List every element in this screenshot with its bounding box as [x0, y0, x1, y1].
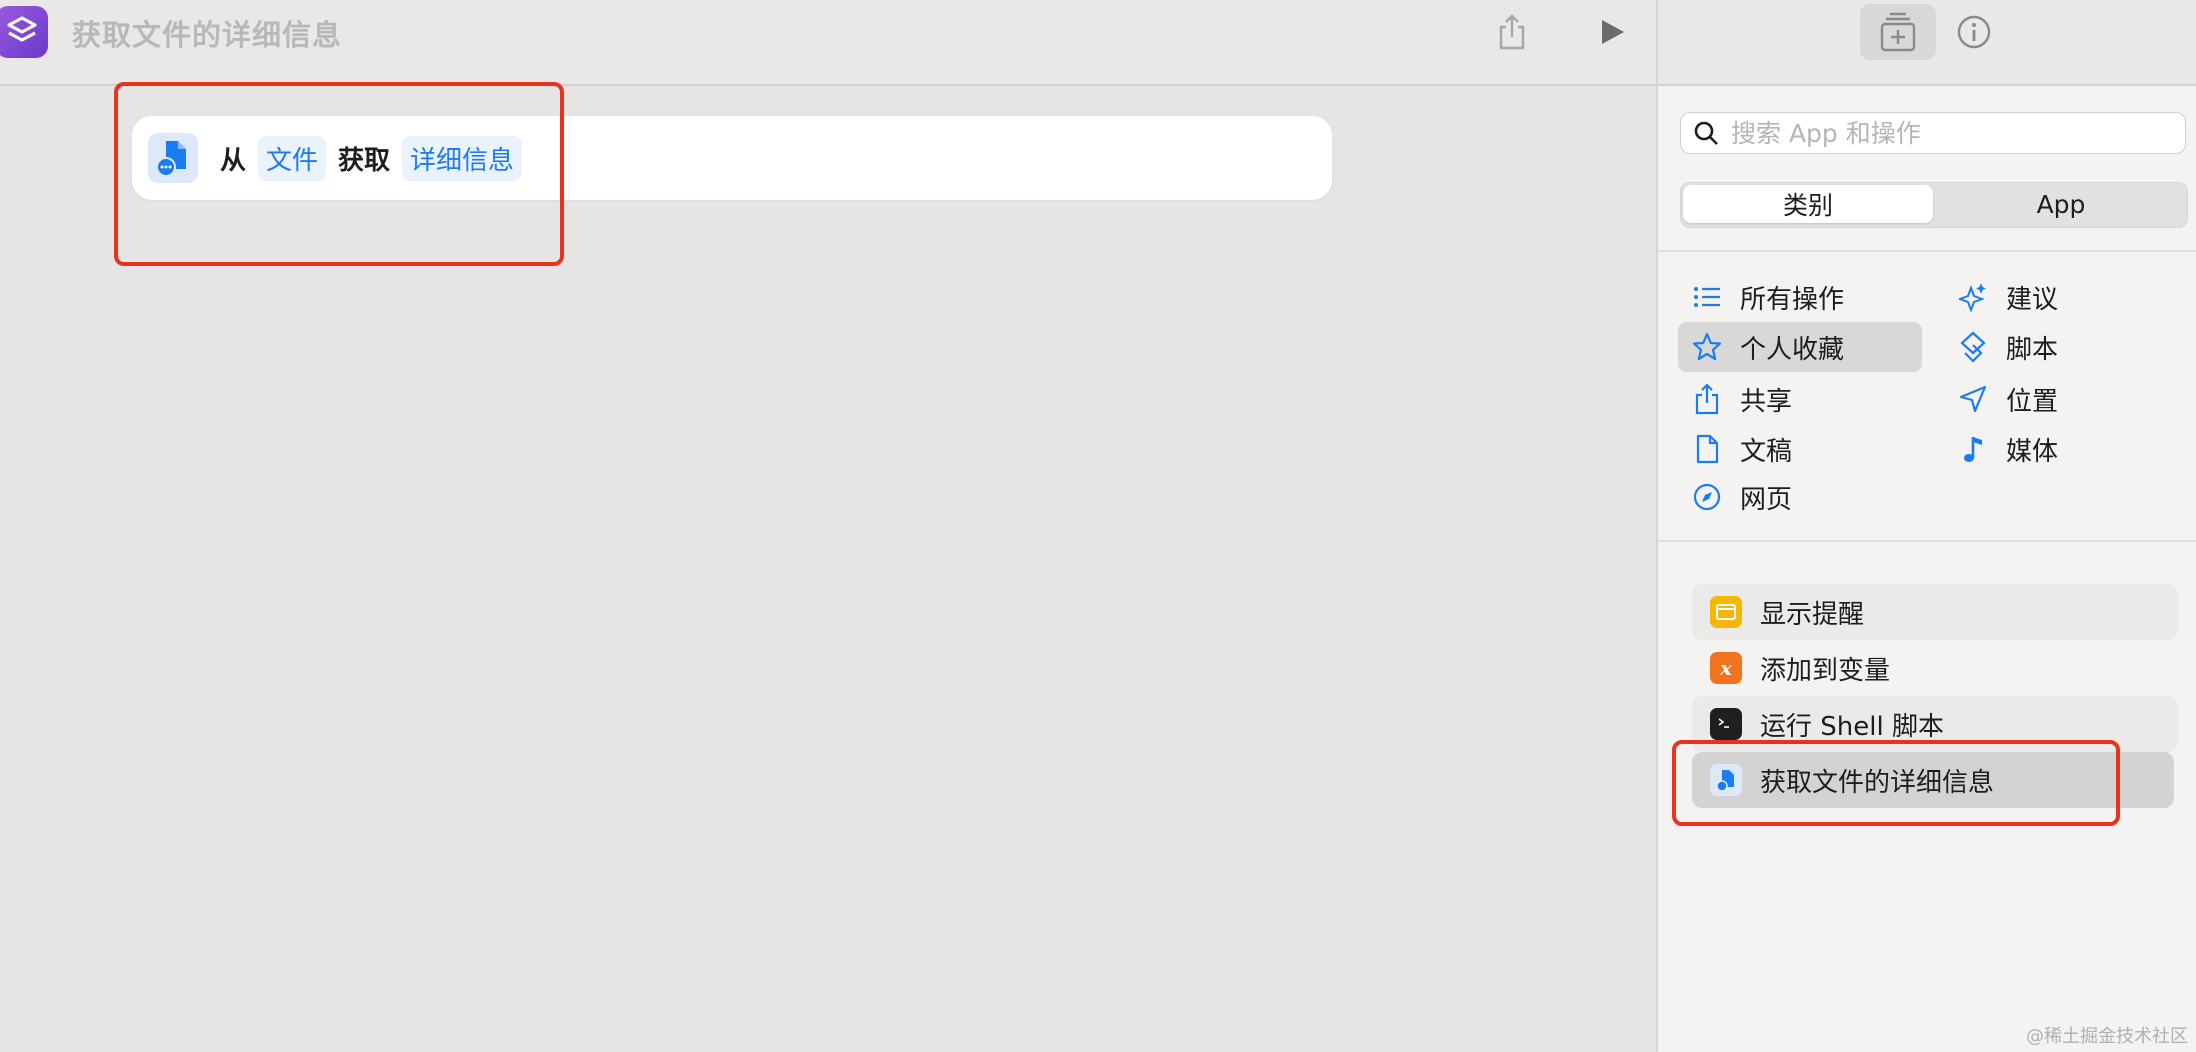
list-icon [1690, 280, 1724, 314]
search-icon [1691, 118, 1721, 148]
info-button[interactable] [1954, 12, 1994, 52]
action-show-alert[interactable]: 显示提醒 [1692, 584, 2178, 640]
compass-icon [1690, 480, 1724, 514]
play-icon [1602, 20, 1624, 44]
action-library-button[interactable] [1860, 4, 1936, 60]
library-segmented-control: 类别 App [1680, 182, 2188, 228]
highlight-annotation-action [114, 82, 564, 266]
category-scripting[interactable]: 脚本 [1944, 322, 2174, 372]
search-input[interactable] [1729, 117, 2173, 149]
script-icon [1956, 330, 1990, 364]
action-add-to-variable[interactable]: x 添加到变量 [1692, 640, 2178, 696]
terminal-icon [1710, 708, 1742, 740]
share-icon [1690, 382, 1724, 416]
category-label: 所有操作 [1740, 284, 1845, 315]
action-label: 添加到变量 [1760, 655, 1891, 686]
music-note-icon [1956, 432, 1990, 466]
workflow-editor: 获取文件的详细信息 从 文件 获取 详细信息 [0, 0, 1656, 1052]
category-media[interactable]: 媒体 [1944, 424, 2174, 474]
search-field[interactable] [1680, 112, 2186, 154]
category-label: 脚本 [2006, 334, 2059, 365]
shortcut-title[interactable]: 获取文件的详细信息 [72, 12, 342, 54]
category-sharing[interactable]: 共享 [1678, 374, 1922, 424]
share-button[interactable] [1488, 8, 1536, 56]
category-label: 个人收藏 [1740, 334, 1845, 365]
sparkles-icon [1956, 280, 1990, 314]
location-arrow-icon [1956, 382, 1990, 416]
alert-window-icon [1710, 596, 1742, 628]
category-label: 位置 [2006, 386, 2059, 417]
segment-category[interactable]: 类别 [1683, 185, 1933, 223]
document-icon [1690, 432, 1724, 466]
highlight-annotation-library-item [1672, 740, 2120, 826]
action-label: 运行 Shell 脚本 [1760, 711, 1944, 742]
segment-app[interactable]: App [1937, 185, 2185, 223]
category-location[interactable]: 位置 [1944, 374, 2174, 424]
category-all-actions[interactable]: 所有操作 [1678, 272, 1922, 322]
category-favorites[interactable]: 个人收藏 [1678, 322, 1922, 372]
variable-x-icon: x [1710, 652, 1742, 684]
category-label: 共享 [1740, 386, 1793, 417]
category-suggestions[interactable]: 建议 [1944, 272, 2174, 322]
sidebar-toolbar [1658, 0, 2196, 86]
action-library-sidebar: 类别 App 所有操作 建议 个人收藏 脚本 共享 [1656, 0, 2196, 1052]
info-icon [1957, 15, 1991, 49]
divider [1658, 540, 2196, 542]
title-bar: 获取文件的详细信息 [0, 0, 1656, 86]
category-label: 文稿 [1740, 436, 1793, 467]
category-label: 建议 [2006, 284, 2059, 315]
category-label: 媒体 [2006, 436, 2059, 467]
run-button[interactable] [1588, 8, 1636, 56]
category-web[interactable]: 网页 [1678, 472, 1922, 522]
library-add-icon [1880, 12, 1916, 52]
star-icon [1690, 330, 1724, 364]
divider [1658, 250, 2196, 252]
share-icon [1499, 14, 1525, 50]
category-label: 网页 [1740, 484, 1793, 515]
watermark: @稀土掘金技术社区 [2026, 1026, 2188, 1047]
shortcuts-app-icon [0, 6, 48, 58]
action-label: 显示提醒 [1760, 599, 1865, 630]
category-documents[interactable]: 文稿 [1678, 424, 1922, 474]
